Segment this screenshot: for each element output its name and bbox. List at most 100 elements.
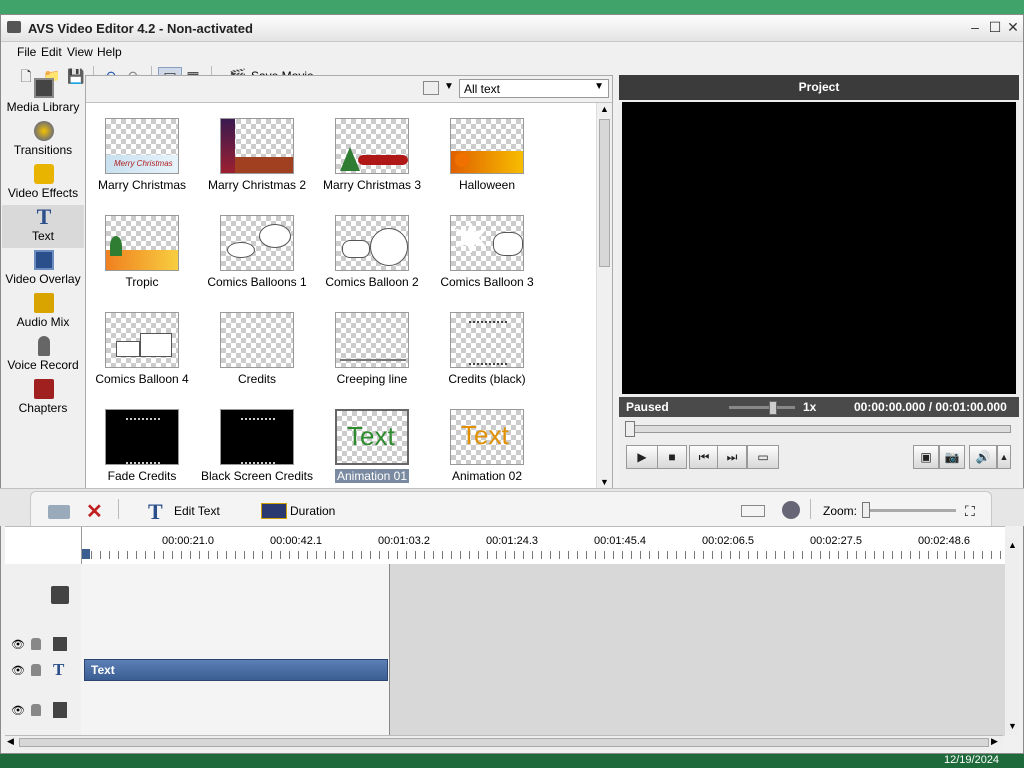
thumb-tropic[interactable] [105,215,179,271]
thumb-marry-christmas-2[interactable] [220,118,294,174]
video-track[interactable] [81,564,390,633]
timeline-ruler[interactable]: 00:00:21.0 00:00:42.1 00:01:03.2 00:01:2… [5,526,1005,565]
lock-icon[interactable] [31,704,41,716]
nav-text[interactable]: T Text [2,205,84,248]
lock-icon[interactable] [31,638,41,650]
scrollbar-thumb[interactable] [599,119,610,267]
nav-voice-record[interactable]: Voice Record [2,334,84,377]
thumb-credits[interactable] [220,312,294,368]
thumb-creeping-line[interactable] [335,312,409,368]
add-to-timeline-icon[interactable] [48,505,70,519]
thumb-marry-christmas-3[interactable] [335,118,409,174]
label-black-screen-credits: Black Screen Credits [200,469,314,483]
menu-bar: File Edit View Help [1,42,1023,62]
eye-icon[interactable]: 👁 [11,664,25,677]
ruler-tick: 00:00:21.0 [162,535,214,547]
project-panel: Project Paused 1x 00:00:00.000 / 00:01:0… [619,75,1019,492]
library-scrollbar[interactable]: ▲ ▼ [596,103,612,491]
view-mode-icon[interactable] [423,81,439,95]
nav-video-effects[interactable]: Video Effects [2,162,84,205]
stop-button[interactable]: ■ [657,445,687,469]
prev-frame-button[interactable]: ⏮ [689,445,719,469]
thumb-comics-balloon-2[interactable] [335,215,409,271]
label-halloween: Halloween [458,178,516,192]
timeline-horizontal-scrollbar[interactable]: ◀ ▶ [5,735,1003,750]
thumb-comics-balloon-3[interactable] [450,215,524,271]
lock-icon[interactable] [31,664,41,676]
seek-handle[interactable] [625,421,635,437]
scroll-right-icon[interactable]: ▶ [991,736,998,747]
snapshot-button[interactable]: 📷 [939,445,965,469]
maximize-icon[interactable]: ☐ [987,19,1003,35]
label-credits: Credits [237,372,276,386]
delete-icon[interactable]: ✕ [86,499,103,524]
minimize-icon[interactable]: – [967,19,983,35]
menu-help[interactable]: Help [97,45,122,59]
zoom-slider-handle[interactable] [862,502,870,518]
library-toolbar: ▼ All text ▼ [86,76,612,103]
taskbar-date: 12/19/2024 [944,754,1000,766]
display-mode-button[interactable]: ▣ [913,445,939,469]
split-icon[interactable] [741,505,765,517]
thumb-credits-black[interactable] [450,312,524,368]
fullscreen-button[interactable]: ▭ [747,445,779,469]
nav-audio-mix[interactable]: Audio Mix [2,291,84,334]
video-preview [622,102,1016,394]
thumb-black-screen-credits[interactable] [220,409,294,465]
playhead-marker[interactable] [82,549,90,559]
audio-icon [34,293,54,313]
seek-bar[interactable] [627,425,1011,433]
fit-timeline-icon[interactable]: ⛶ [965,503,975,520]
zoom-slider[interactable] [866,509,956,512]
edit-text-button[interactable]: Edit Text [174,504,220,518]
clapper-icon [51,586,69,604]
next-frame-button[interactable]: ⏭ [717,445,747,469]
volume-button[interactable]: 🔊 [969,445,997,469]
thumb-comics-balloon-4[interactable] [105,312,179,368]
eye-icon[interactable]: 👁 [11,638,25,651]
menu-edit[interactable]: Edit [41,45,62,59]
filter-select[interactable]: All text ▼ [459,79,609,98]
volume-dropdown[interactable]: ▲ [997,445,1011,469]
nav-media-library[interactable]: Media Library [2,76,84,119]
chevron-down-icon: ▼ [594,81,604,92]
scrollbar-thumb[interactable] [19,738,989,747]
record-icon[interactable] [782,501,800,519]
text-t-icon: T [53,660,65,679]
scroll-left-icon[interactable]: ◀ [7,736,14,747]
eye-icon[interactable]: 👁 [11,704,25,717]
nav-chapters[interactable]: Chapters [2,377,84,420]
speed-slider-handle[interactable] [769,401,777,415]
zoom-label: Zoom: [823,504,858,518]
audio-track[interactable] [81,684,390,737]
effects-track[interactable] [81,632,390,659]
close-icon[interactable]: ✕ [1005,19,1021,35]
menu-file[interactable]: File [17,45,36,59]
label-marry-christmas: Marry Christmas [97,178,186,192]
text-clip[interactable]: Text [84,659,388,681]
duration-button[interactable]: Duration [290,504,335,518]
menu-view[interactable]: View [67,45,93,59]
timeline-toolbar: ✕ T Edit Text Duration Zoom: ⛶ [0,488,1024,527]
playback-status: Paused [626,400,669,414]
play-button[interactable]: ▶ [626,445,658,469]
speed-slider[interactable] [729,406,795,409]
scroll-down-icon[interactable]: ▼ [600,477,609,487]
nav-transitions[interactable]: Transitions [2,119,84,162]
timeline-vertical-scrollbar[interactable]: ▲ ▼ [1005,538,1019,735]
thumb-marry-christmas[interactable]: Merry Christmas [105,118,179,174]
thumb-animation-01[interactable]: Text [335,409,409,465]
left-navigation: Media Library Transitions Video Effects … [2,76,84,488]
thumb-fade-credits[interactable] [105,409,179,465]
thumb-halloween[interactable] [450,118,524,174]
thumb-comics-balloons-1[interactable] [220,215,294,271]
thumb-animation-02[interactable]: Text [450,409,524,465]
view-mode-dropdown-icon[interactable]: ▼ [444,81,454,92]
effects-icon [34,164,54,184]
scroll-down-icon[interactable]: ▼ [1008,721,1017,731]
scroll-up-icon[interactable]: ▲ [1008,540,1017,550]
monitor-icon: ▣ [920,450,932,464]
nav-video-overlay[interactable]: Video Overlay [2,248,84,291]
effects-icon [53,637,67,651]
scroll-up-icon[interactable]: ▲ [600,104,609,114]
